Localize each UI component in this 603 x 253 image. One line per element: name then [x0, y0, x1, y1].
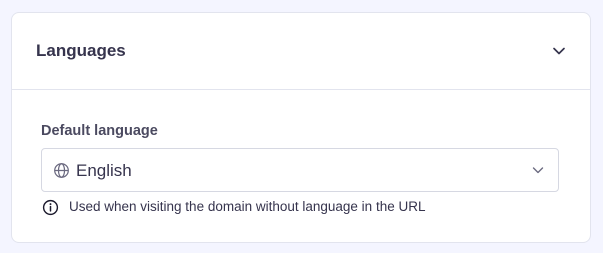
collapse-toggle-button[interactable] — [550, 42, 568, 60]
languages-section-header[interactable]: Languages — [12, 13, 590, 90]
chevron-down-icon — [532, 167, 544, 174]
languages-card: Languages Default language English Used … — [11, 12, 591, 243]
section-title: Languages — [36, 41, 126, 60]
info-icon — [42, 199, 59, 215]
default-language-hint: Used when visiting the domain without la… — [42, 198, 425, 216]
globe-icon — [54, 163, 69, 178]
chevron-down-icon — [553, 47, 565, 55]
hint-text: Used when visiting the domain without la… — [69, 199, 426, 214]
default-language-select[interactable]: English — [41, 148, 559, 192]
default-language-label: Default language — [41, 123, 158, 139]
selected-language: English — [76, 161, 132, 180]
